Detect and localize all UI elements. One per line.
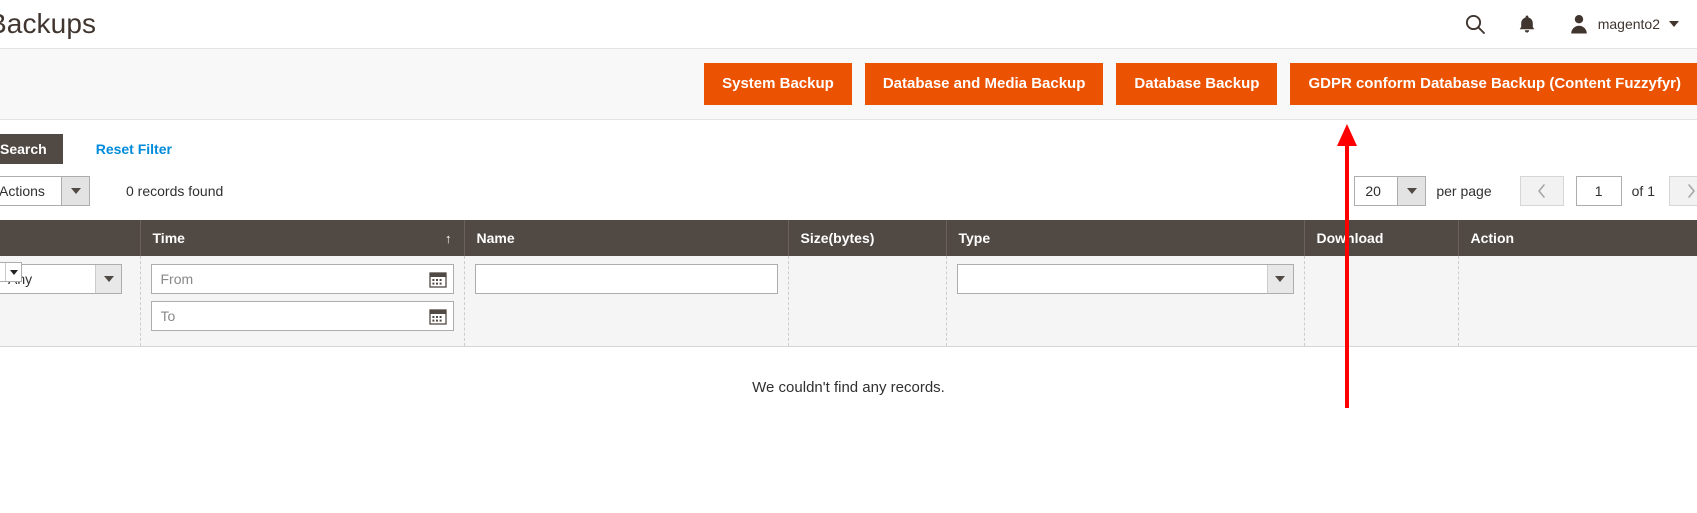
previous-page-button[interactable] (1519, 176, 1564, 206)
time-from-field (150, 264, 454, 294)
user-name: magento2 (1597, 16, 1660, 32)
calendar-icon[interactable] (428, 307, 447, 325)
grid-empty-row: We couldn't find any records. (0, 346, 1697, 396)
reset-filter-link[interactable]: Reset Filter (96, 141, 172, 157)
select-all-column (0, 220, 141, 256)
name-filter-input[interactable] (474, 264, 778, 294)
type-filter-cell (946, 256, 1305, 347)
bell-icon[interactable] (1515, 12, 1539, 36)
type-column[interactable]: Type (946, 220, 1305, 256)
user-menu[interactable]: magento2 (1567, 12, 1679, 36)
download-column: Download (1304, 220, 1459, 256)
current-page-input[interactable] (1575, 176, 1622, 206)
page-header: Backups magento2 (0, 0, 1697, 48)
size-bytes-column[interactable]: Size(bytes) (788, 220, 947, 256)
time-from-input[interactable] (150, 264, 454, 294)
time-to-input[interactable] (150, 301, 454, 331)
chevron-left-icon (1538, 184, 1545, 198)
grid-filter-actions: Search Reset Filter (0, 120, 1697, 166)
backups-grid: Time ↑ Name Size(bytes) Type Download Ac… (0, 220, 1697, 396)
time-column[interactable]: Time ↑ (140, 220, 465, 256)
per-page-label: per page (1436, 183, 1492, 199)
size-bytes-filter-cell (788, 256, 947, 347)
grid-pagination: 20 per page of 1 (1354, 176, 1697, 206)
page-actions-toolbar: System Backup Database and Media Backup … (0, 48, 1697, 120)
download-filter-cell (1304, 256, 1459, 347)
chevron-down-icon (1669, 21, 1679, 27)
chevron-right-icon (1687, 184, 1695, 198)
total-pages-label: of 1 (1631, 183, 1655, 199)
chevron-down-icon (95, 265, 121, 293)
name-column[interactable]: Name (464, 220, 789, 256)
massaction-actions-select[interactable]: Actions (0, 176, 90, 206)
select-all-dropdown[interactable] (0, 262, 22, 286)
search-button[interactable]: Search (0, 134, 63, 164)
time-filter-cell (140, 256, 465, 347)
name-filter-cell (464, 256, 789, 347)
gdpr-conform-database-backup-button[interactable]: GDPR conform Database Backup (Content Fu… (1290, 63, 1697, 105)
time-to-field (150, 301, 454, 331)
database-backup-button[interactable]: Database Backup (1116, 63, 1278, 105)
action-filter-cell (1458, 256, 1697, 347)
action-column: Action (1458, 220, 1697, 256)
type-filter-select[interactable] (956, 264, 1294, 294)
search-icon[interactable] (1463, 12, 1487, 36)
grid-controls-left: Actions 0 records found (0, 176, 223, 206)
massaction-actions-value: Actions (0, 183, 45, 199)
user-avatar-icon (1567, 12, 1591, 36)
page-title: Backups (0, 8, 97, 39)
grid-header-row: Time ↑ Name Size(bytes) Type Download Ac… (0, 220, 1697, 256)
grid-controls: Actions 0 records found 20 per page of 1 (0, 166, 1697, 210)
chevron-down-icon (1266, 265, 1293, 293)
type-filter-value (958, 265, 1267, 293)
calendar-icon[interactable] (428, 270, 447, 288)
grid-filter-row: Any (0, 256, 1697, 347)
time-column-label: Time (152, 230, 185, 246)
chevron-down-icon (61, 177, 89, 205)
database-and-media-backup-button[interactable]: Database and Media Backup (864, 63, 1104, 105)
chevron-down-icon (1397, 177, 1426, 205)
per-page-select[interactable]: 20 (1354, 176, 1427, 206)
sort-ascending-icon: ↑ (445, 230, 452, 246)
records-found-label: 0 records found (126, 183, 224, 199)
system-backup-button[interactable]: System Backup (704, 63, 852, 105)
per-page-value: 20 (1365, 183, 1381, 199)
next-page-button[interactable] (1669, 176, 1697, 206)
header-actions: magento2 (1463, 12, 1697, 36)
empty-message: We couldn't find any records. (0, 346, 1697, 396)
chevron-down-icon[interactable] (5, 263, 21, 281)
